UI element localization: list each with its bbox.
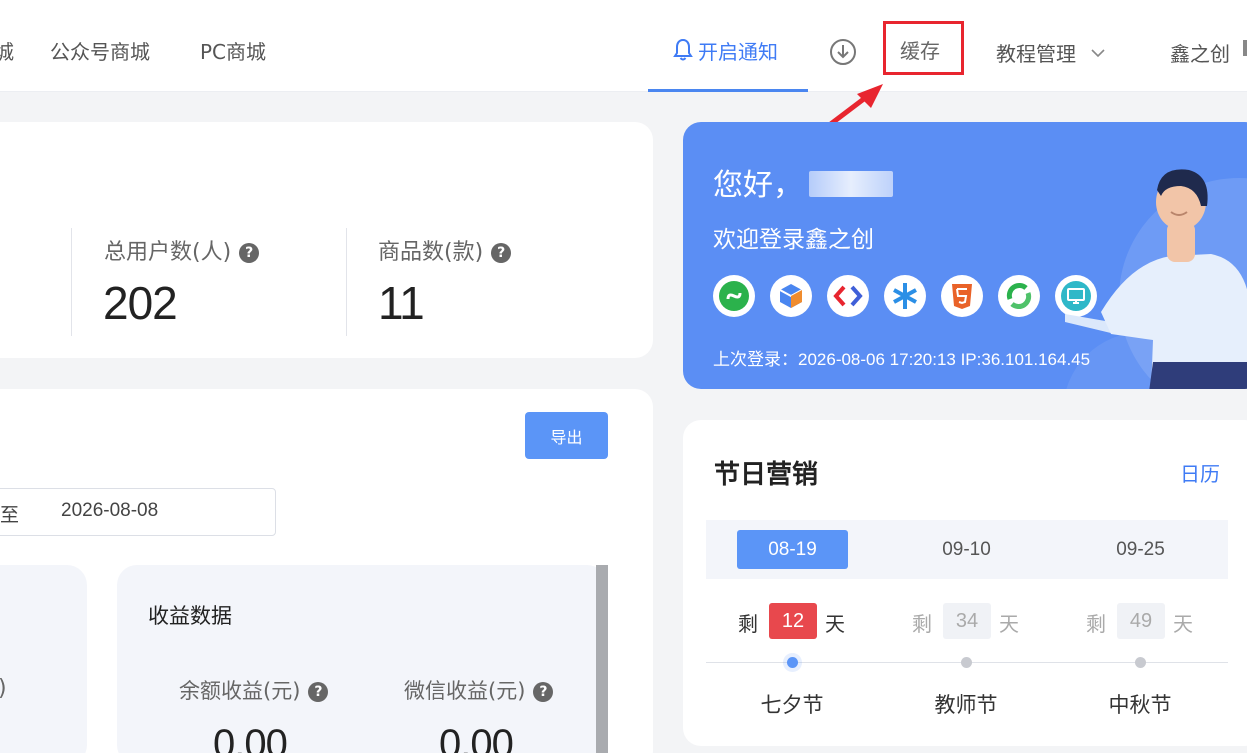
days-remaining-badge: 49 xyxy=(1117,603,1165,639)
highlight-box xyxy=(883,21,964,75)
top-navigation-bar: 城 公众号商城 PC商城 开启通知 缓存 教程管理 鑫之创 xyxy=(0,0,1247,92)
products-text: 商品数(款) xyxy=(378,240,484,265)
scrollbar[interactable] xyxy=(596,565,608,753)
holiday-title: 节日营销 xyxy=(714,460,819,490)
active-tab-indicator xyxy=(648,89,808,92)
nav-item-wechat-mall[interactable]: 公众号商城 xyxy=(50,36,150,65)
wechat-income-value: 0.00 xyxy=(439,722,514,753)
wechat-income-text: 微信收益(元) xyxy=(404,679,526,703)
miniprogram-icon[interactable] xyxy=(713,275,755,317)
income-title: 收益数据 xyxy=(148,604,232,628)
nav-item-pc-mall[interactable]: PC商城 xyxy=(200,36,266,65)
user-menu[interactable]: 鑫之创 xyxy=(1170,38,1230,67)
stats-card xyxy=(0,122,653,358)
tab-date-2[interactable]: 09-10 xyxy=(911,530,1022,569)
stat-divider xyxy=(346,228,347,336)
balance-income-value: 0.00 xyxy=(213,722,288,753)
welcome-text: 欢迎登录鑫之创 xyxy=(713,227,874,253)
enable-notification-tab[interactable]: 开启通知 xyxy=(648,0,808,92)
export-button[interactable]: 导出 xyxy=(525,412,608,459)
days-remaining-badge: 12 xyxy=(769,603,817,639)
tab-date-3[interactable]: 09-25 xyxy=(1085,530,1196,569)
total-users-label: 总用户数(人)? xyxy=(104,234,260,266)
data-subcard-left xyxy=(0,565,87,753)
products-label: 商品数(款)? xyxy=(378,234,512,266)
greeting: 您好， xyxy=(713,160,893,204)
partial-label: ) xyxy=(0,676,7,701)
nav-item-partial[interactable]: 城 xyxy=(0,36,14,65)
tab-date-1[interactable]: 08-19 xyxy=(737,530,848,569)
date-separator: 至 xyxy=(0,504,20,526)
tutorial-management-label: 教程管理 xyxy=(996,42,1076,66)
holiday-date-tabs: 08-19 09-10 09-25 xyxy=(706,520,1228,579)
stat-divider xyxy=(71,228,72,336)
end-date[interactable]: 2026-08-08 xyxy=(61,500,158,522)
timeline-dot xyxy=(961,657,972,668)
cube-app-icon[interactable] xyxy=(770,275,812,317)
calendar-link[interactable]: 日历 xyxy=(1180,458,1220,487)
greeting-text: 您好， xyxy=(713,168,803,203)
remaining-prefix: 剩 xyxy=(738,612,758,636)
income-data-card xyxy=(117,565,607,753)
balance-income-label: 余额收益(元)? xyxy=(179,675,329,705)
html5-icon[interactable] xyxy=(941,275,983,317)
last-login-info: 上次登录：2026-08-06 17:20:13 IP:36.101.164.4… xyxy=(713,350,1091,369)
balance-income-text: 余额收益(元) xyxy=(179,679,301,703)
asterisk-app-icon[interactable] xyxy=(884,275,926,317)
remaining-prefix: 剩 xyxy=(912,612,932,636)
tutorial-management-menu[interactable]: 教程管理 xyxy=(996,38,1106,67)
total-users-text: 总用户数(人) xyxy=(104,240,232,265)
timeline-dot xyxy=(1135,657,1146,668)
person-illustration-icon xyxy=(1065,169,1247,389)
blurred-username xyxy=(809,171,893,197)
help-icon[interactable]: ? xyxy=(491,243,512,263)
bell-icon xyxy=(673,38,693,61)
menu-edge-icon xyxy=(1243,40,1247,56)
code-brackets-icon[interactable] xyxy=(827,275,869,317)
days-remaining-badge: 34 xyxy=(943,603,991,639)
remaining-suffix: 天 xyxy=(1173,612,1193,636)
help-icon[interactable]: ? xyxy=(533,682,554,702)
remaining-suffix: 天 xyxy=(825,612,845,636)
remaining-prefix: 剩 xyxy=(1086,612,1106,636)
download-icon[interactable] xyxy=(829,38,857,66)
refresh-circle-icon[interactable] xyxy=(998,275,1040,317)
welcome-banner: 您好， 欢迎登录鑫之创 上次登录：2026-08-06 17:20:13 IP:… xyxy=(683,122,1247,389)
total-users-value: 202 xyxy=(103,277,178,329)
festival-name[interactable]: 教师节 xyxy=(916,689,1016,719)
products-value: 11 xyxy=(378,277,425,329)
remaining-suffix: 天 xyxy=(999,612,1019,636)
notify-label: 开启通知 xyxy=(698,40,778,64)
help-icon[interactable]: ? xyxy=(239,243,260,263)
festival-name[interactable]: 七夕节 xyxy=(742,689,842,719)
help-icon[interactable]: ? xyxy=(308,682,329,702)
wechat-income-label: 微信收益(元)? xyxy=(404,675,554,705)
timeline-dot-active xyxy=(787,657,798,668)
chevron-down-icon xyxy=(1091,49,1105,58)
festival-name[interactable]: 中秋节 xyxy=(1090,689,1190,719)
